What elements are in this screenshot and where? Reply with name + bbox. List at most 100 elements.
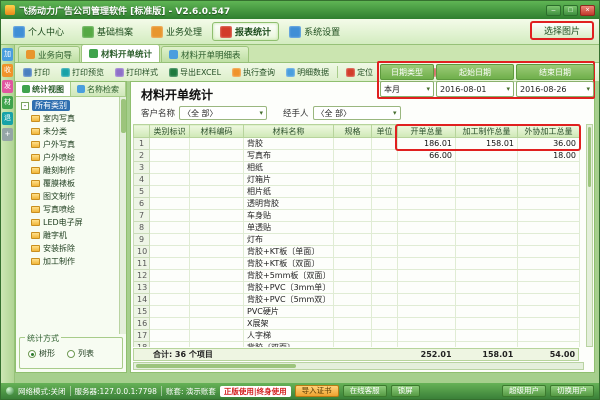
toolbar-label: 打印 [34, 67, 50, 78]
grid-row[interactable]: 7车身贴 [134, 210, 580, 222]
column-header[interactable]: 外协加工总量 [518, 125, 580, 138]
grid-row[interactable]: 18背胶〔双面〕 [134, 342, 580, 348]
network-status-icon [6, 387, 14, 395]
sidebar-tab-stat-view[interactable]: 统计视图 [16, 82, 71, 96]
column-header[interactable]: 开单总量 [398, 125, 456, 138]
tree-scrollbar-thumb[interactable] [121, 99, 126, 133]
grid-cell [518, 258, 580, 270]
quick-add-button[interactable]: 加 [2, 48, 13, 61]
sidebar-tab-name-search[interactable]: 名称检索 [71, 82, 126, 96]
grid-row[interactable]: 2写真布66.0018.00 [134, 150, 580, 162]
menu-item-settings[interactable]: 系统设置 [281, 22, 348, 41]
grid-row[interactable]: 5相片纸 [134, 186, 580, 198]
tree-item[interactable]: 未分类 [19, 125, 117, 138]
tree-item[interactable]: 写真喷绘 [19, 203, 117, 216]
export-excel-button[interactable]: 导出EXCEL [164, 65, 226, 80]
super-user-button[interactable]: 超级用户 [502, 385, 546, 397]
maximize-button[interactable]: □ [563, 5, 578, 16]
grid-cell [150, 318, 190, 330]
customer-select[interactable]: 〈全 部〉 [179, 106, 267, 120]
tree-root[interactable]: -所有类别 [19, 99, 117, 112]
end-date-input[interactable]: 2016-08-26 [516, 81, 594, 97]
grid-row[interactable]: 17人字梯 [134, 330, 580, 342]
tree-item[interactable]: 加工制作 [19, 255, 117, 268]
start-date-input[interactable]: 2016-08-01 [436, 81, 514, 97]
tree-item[interactable]: 安装拆除 [19, 242, 117, 255]
switch-user-button[interactable]: 切换用户 [550, 385, 594, 397]
grid-row[interactable]: 14背胶+PVC〔5mm双〕 [134, 294, 580, 306]
grid-row[interactable]: 11背胶+KT板〔双面〕 [134, 258, 580, 270]
handler-select[interactable]: 〈全 部〉 [313, 106, 401, 120]
grid-row[interactable]: 13背胶+PVC〔3mm单〕 [134, 282, 580, 294]
column-header[interactable]: 类别标识 [150, 125, 190, 138]
tree-scrollbar[interactable] [119, 97, 126, 334]
grid-row[interactable]: 6透明背胶 [134, 198, 580, 210]
quick-send-button[interactable]: 发 [2, 80, 13, 93]
menu-item-archives[interactable]: 基础档案 [74, 22, 141, 41]
detail-data-button[interactable]: 明细数据 [281, 65, 334, 80]
grid-cell [456, 234, 518, 246]
collapse-icon[interactable]: - [21, 102, 29, 110]
tree-item[interactable]: 雕字机 [19, 229, 117, 242]
tree-item[interactable]: LED电子屏 [19, 216, 117, 229]
tree-item[interactable]: 覆膜裱板 [19, 177, 117, 190]
grid-cell [150, 330, 190, 342]
column-header[interactable]: 材料编码 [190, 125, 244, 138]
tree-item[interactable]: 户外写真 [19, 138, 117, 151]
horizontal-scrollbar[interactable] [133, 362, 584, 370]
close-button[interactable]: × [580, 5, 595, 16]
grid-row[interactable]: 16X展架 [134, 318, 580, 330]
grid-row[interactable]: 15PVC硬片 [134, 306, 580, 318]
import-cert-button[interactable]: 导入证书 [295, 385, 339, 397]
column-header[interactable]: 规格 [334, 125, 372, 138]
run-query-button[interactable]: 执行查询 [227, 65, 280, 80]
stat-mode-option[interactable]: 树形 [28, 348, 55, 359]
vertical-scrollbar-thumb[interactable] [588, 127, 591, 187]
column-header[interactable]: 材料名称 [244, 125, 334, 138]
grid-cell [190, 174, 244, 186]
minimize-button[interactable]: – [546, 5, 561, 16]
grid-cell [456, 162, 518, 174]
quick-plus-button[interactable]: + [2, 128, 13, 141]
grid-cell [398, 330, 456, 342]
quick-receive-button[interactable]: 收 [2, 64, 13, 77]
grid-row[interactable]: 3相纸 [134, 162, 580, 174]
grid-cell [456, 246, 518, 258]
column-header[interactable]: 单位 [372, 125, 398, 138]
menu-item-reports[interactable]: 报表统计 [212, 22, 279, 41]
quick-material-button[interactable]: 材 [2, 96, 13, 109]
tree-item-label: 雕字机 [43, 230, 67, 241]
menu-item-personal[interactable]: 个人中心 [5, 22, 72, 41]
grid-row[interactable]: 12背胶+5mm板〔双面〕 [134, 270, 580, 282]
tab-material-stat[interactable]: 材料开单统计 [81, 44, 160, 62]
tree-item[interactable]: 户外喷绘 [19, 151, 117, 164]
grid-cell [372, 318, 398, 330]
handler-label: 经手人 [283, 107, 309, 119]
tab-wizard[interactable]: 业务向导 [18, 46, 80, 62]
grid-row[interactable]: 10背胶+KT板〔单面〕 [134, 246, 580, 258]
grid-row[interactable]: 4灯箱片 [134, 174, 580, 186]
tree-item[interactable]: 雕刻制作 [19, 164, 117, 177]
tab-material-detail[interactable]: 材料开单明细表 [161, 46, 249, 62]
select-image-button[interactable]: 选择图片 [530, 21, 594, 40]
stat-mode-option[interactable]: 列表 [67, 348, 94, 359]
menu-item-business[interactable]: 业务处理 [143, 22, 210, 41]
tree-item[interactable]: 室内写真 [19, 112, 117, 125]
grid-cell [190, 270, 244, 282]
date-type-select[interactable]: 本月 [380, 81, 434, 97]
print-style-button[interactable]: 打印样式 [110, 65, 163, 80]
print-button[interactable]: 打印 [18, 65, 55, 80]
horizontal-scrollbar-thumb[interactable] [136, 364, 296, 368]
tree-item[interactable]: 图文制作 [19, 190, 117, 203]
vertical-scrollbar[interactable] [586, 124, 593, 347]
grid-row[interactable]: 1背胶186.01158.0136.00 [134, 138, 580, 150]
grid-cell [518, 330, 580, 342]
locate-button[interactable]: 定位 [341, 65, 378, 80]
print-preview-button[interactable]: 打印预览 [56, 65, 109, 80]
grid-row[interactable]: 9灯布 [134, 234, 580, 246]
lock-screen-button[interactable]: 锁屏 [391, 385, 420, 397]
grid-row[interactable]: 8单透贴 [134, 222, 580, 234]
column-header[interactable]: 加工制作总量 [456, 125, 518, 138]
online-support-button[interactable]: 在线客服 [343, 385, 387, 397]
quick-back-button[interactable]: 退 [2, 112, 13, 125]
